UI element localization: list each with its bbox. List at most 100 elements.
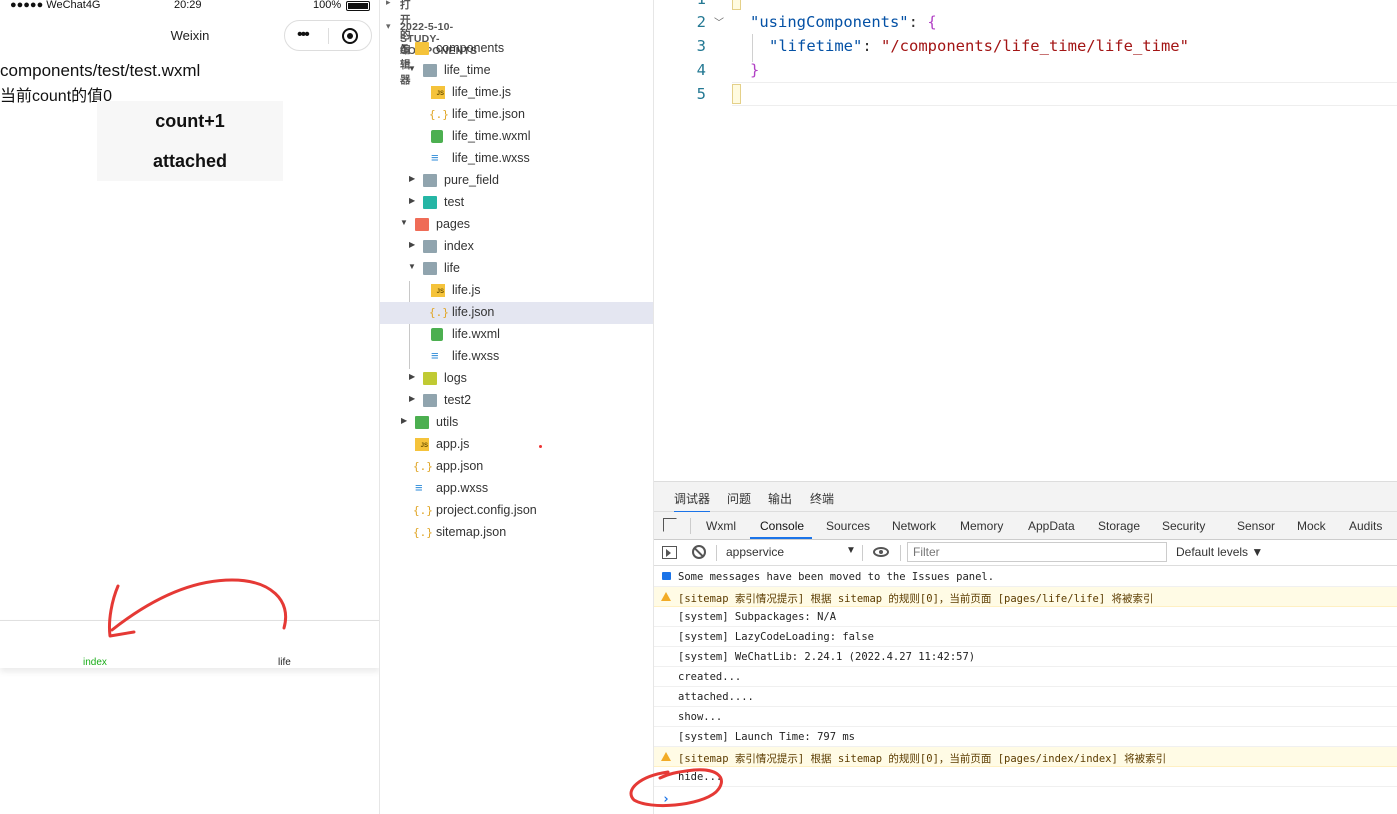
folder-logs-icon [423,372,437,385]
tree-item-test2[interactable]: ▶ test2 [380,390,654,412]
tab-mock[interactable]: Mock [1297,519,1326,533]
tab-output[interactable]: 输出 [768,490,792,507]
tree-item-life-time-wxss[interactable]: ≡ life_time.wxss [380,148,654,170]
tab-audits[interactable]: Audits [1349,519,1382,533]
tree-item-project-config[interactable]: {.} project.config.json [380,500,654,522]
console-message: hide... [654,767,1397,787]
tab-debugger[interactable]: 调试器 [674,490,711,513]
tab-security[interactable]: Security [1162,519,1205,533]
tree-label: components [436,41,505,55]
battery-text: 100% [313,0,342,11]
tab-terminal[interactable]: 终端 [810,490,834,507]
tree-label: logs [444,371,467,385]
message-text: [system] LazyCodeLoading: false [678,631,874,643]
devtools-tabs: Wxml Console Sources Network Memory AppD… [654,512,1397,540]
message-text: [sitemap 索引情况提示] 根据 sitemap 的规则[0]，当前页面 … [678,753,1167,765]
json-file-icon: {.} [413,460,433,473]
tab-index[interactable]: index [83,657,107,668]
code-line-3: "lifetime": "/components/life_time/life_… [769,37,1189,55]
tree-label: app.json [436,459,484,473]
message-text: show... [678,711,723,723]
tree-label: life_time [444,63,491,77]
tree-item-components[interactable]: ▼ components [380,38,654,60]
console-prompt-icon[interactable]: › [662,792,670,807]
code-editor[interactable]: 1 2 3 4 5 ﹀ "usingComponents": { "lifeti… [654,0,1397,481]
simulator-panel: ●●●●● WeChat4G 20:29 100% Weixin ••• com… [0,0,380,814]
tab-network[interactable]: Network [892,519,936,533]
console-toolbar: appservice ▼ Default levels ▼ [654,540,1397,566]
toolbar-separator [900,545,901,561]
tree-item-pages[interactable]: ▼ pages [380,214,654,236]
tab-sensor[interactable]: Sensor [1237,519,1275,533]
tree-item-test[interactable]: ▶ test [380,192,654,214]
tree-label: life.wxml [452,327,500,341]
message-text: attached.... [678,691,754,703]
tab-wxml[interactable]: Wxml [706,519,736,533]
tree-item-utils[interactable]: ▶ utils [380,412,654,434]
warning-icon [661,752,671,761]
tree-item-life-wxml[interactable]: life.wxml [380,324,654,346]
folder-open-icon [423,64,437,77]
folder-icon [423,240,437,253]
json-colon: : [908,13,928,31]
tree-label: test [444,195,465,209]
chevron-right-icon: ▶ [409,174,416,183]
chevron-down-icon[interactable]: ▼ [846,545,856,556]
tab-sources[interactable]: Sources [826,519,870,533]
tree-item-life-time-js[interactable]: JS life_time.js [380,82,654,104]
tree-item-life-time[interactable]: ▼ life_time [380,60,654,82]
tree-label: app.js [436,437,470,451]
tab-storage[interactable]: Storage [1098,519,1140,533]
tree-item-life-time-json[interactable]: {.} life_time.json [380,104,654,126]
attached-button[interactable]: attached [97,141,283,181]
json-key: "lifetime" [769,37,863,55]
tab-console[interactable]: Console [760,519,804,533]
console-warning: [sitemap 索引情况提示] 根据 sitemap 的规则[0]，当前页面 … [654,747,1397,767]
tree-item-index[interactable]: ▶ index [380,236,654,258]
log-levels-select[interactable]: Default levels ▼ [1176,545,1263,559]
eye-icon[interactable] [873,547,889,557]
tab-life[interactable]: life [278,657,291,668]
message-text: [system] Launch Time: 797 ms [678,731,856,743]
toolbar-separator [690,518,691,534]
tree-item-life[interactable]: ▼ life [380,258,654,280]
tree-item-sitemap[interactable]: {.} sitemap.json [380,522,654,544]
toolbar-separator [716,545,717,561]
tab-memory[interactable]: Memory [960,519,1003,533]
tree-item-life-js[interactable]: JS life.js [380,280,654,302]
tab-problems[interactable]: 问题 [727,490,751,507]
count-plus-button[interactable]: count+1 [97,101,283,141]
context-select[interactable]: appservice [726,545,784,559]
folder-pages-icon [415,218,429,231]
more-dots-icon[interactable]: ••• [297,27,310,43]
tree-item-life-wxss[interactable]: ≡ life.wxss [380,346,654,368]
console-output[interactable]: Some messages have been moved to the Iss… [654,567,1397,814]
tree-label: life_time.wxml [452,129,531,143]
tab-appdata[interactable]: AppData [1028,519,1075,533]
phone-status-bar: ●●●●● WeChat4G 20:29 100% [0,0,380,14]
message-text: [system] WeChatLib: 2.24.1 (2022.4.27 11… [678,651,976,663]
tree-item-life-json[interactable]: {.} life.json [380,302,654,324]
filter-input[interactable] [907,542,1167,562]
close-circle-icon[interactable] [342,28,358,44]
chevron-right-icon: ▶ [409,196,416,205]
tree-item-app-json[interactable]: {.} app.json [380,456,654,478]
fold-chevron-icon[interactable]: ﹀ [714,14,724,29]
wxss-file-icon: ≡ [431,348,439,363]
tree-item-life-time-wxml[interactable]: life_time.wxml [380,126,654,148]
capsule-menu[interactable]: ••• [284,20,372,51]
json-file-icon: {.} [413,504,433,517]
tree-item-logs[interactable]: ▶ logs [380,368,654,390]
console-message: [system] Subpackages: N/A [654,607,1397,627]
tree-item-app-wxss[interactable]: ≡ app.wxss [380,478,654,500]
chevron-right-icon: ▶ [409,372,416,381]
clear-console-icon[interactable] [692,545,706,559]
tree-item-pure-field[interactable]: ▶ pure_field [380,170,654,192]
chevron-right-icon: ▶ [409,240,416,249]
code-line-4: } [750,61,759,79]
tree-item-app-js[interactable]: JS app.js [380,434,654,456]
json-brace: } [750,61,760,79]
sidebar-toggle-icon[interactable] [662,546,677,559]
message-text: [system] Subpackages: N/A [678,611,837,623]
inspect-element-icon[interactable] [663,518,677,532]
